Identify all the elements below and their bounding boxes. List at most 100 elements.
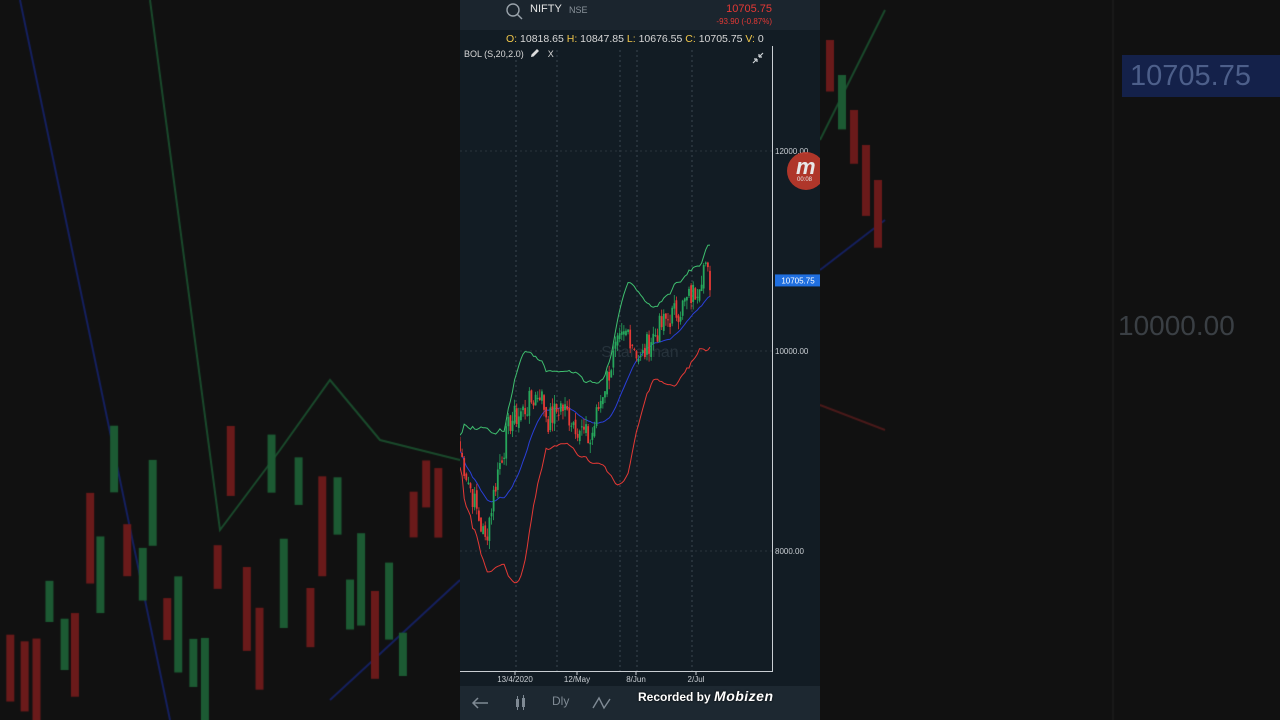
candle-body [492,489,495,512]
candle-body [490,512,493,517]
candle-body [583,426,585,430]
candle-body [599,400,602,409]
indicator-close-button[interactable]: X [548,49,554,59]
candle-body [522,406,524,411]
candle-body [475,490,478,509]
indicator-row: BOL (S,20,2.0) X [464,48,554,59]
candle-body [467,482,470,485]
candle-body [568,407,571,426]
close-value: 10705.75 [698,33,743,45]
symbol-name[interactable]: NIFTY [530,3,562,15]
low-label: L: [626,33,636,45]
candle-body [646,334,648,355]
candle-body [643,347,646,358]
candle-body [524,408,527,415]
candle-body [616,335,619,346]
candle-body [547,419,550,432]
candle-body [633,348,636,350]
candle-body [650,342,653,357]
candle-body [694,288,697,300]
recorder-badge[interactable]: m 00:08 [787,152,820,190]
candle-body [658,315,661,343]
candle-body [528,390,531,416]
indicator-label[interactable]: BOL (S,20,2.0) [464,49,524,59]
x-tick-label: 12/May [564,675,590,684]
candle-body [511,420,514,432]
recorder-badge-time: 00:08 [797,177,813,183]
candle-body [555,404,558,412]
volume-label: V: [745,33,755,45]
candle-body [503,457,506,459]
candle-body [625,330,627,336]
arrow-left-icon[interactable] [470,694,490,712]
indicator-icon[interactable] [592,694,612,712]
last-price: 10705.75 [726,3,772,15]
candle-body [656,335,659,342]
background-price-label: 10705.75 [1122,55,1280,97]
candle-body [520,411,522,421]
low-value: 10676.55 [638,33,683,45]
candle-body [578,430,581,442]
candle-body [486,536,489,541]
candle-body [639,356,642,358]
y-tick-label: 10000.00 [775,347,809,356]
candle-body [576,433,579,438]
candle-body [488,517,491,541]
candle-body [515,408,518,425]
candle-body [530,390,533,403]
candle-body [499,462,501,470]
candle-body [526,414,529,416]
top-bar: NIFTY NSE 10705.75 -93.90 (-0.87%) [460,0,820,30]
candle-body [692,284,695,302]
phone-screen: 12000.00 10000.00 8000.00 13/4/2020 12/May 8/… [460,0,820,720]
candle-body [622,331,625,335]
period-button[interactable]: Dly [552,694,569,712]
open-label: O: [506,33,518,45]
candle-body [706,262,709,268]
candle-body [669,323,671,327]
candle-body [631,344,634,346]
candle-body [654,335,657,337]
collapse-icon[interactable] [750,50,766,66]
candle-body [679,316,682,322]
candle-body [507,417,510,427]
price-chart[interactable]: 12000.0010000.008000.0013/4/2020 12/May 8/… [460,0,820,720]
current-price-label: 10705.75 [781,276,815,285]
candle-body [681,300,684,316]
candle-body [559,403,562,412]
candle-body [696,296,699,298]
pencil-icon[interactable] [530,48,540,58]
candle-body [698,289,701,301]
candle-body [509,415,512,431]
candle-body [637,358,640,362]
candle-body [610,370,613,378]
exchange-name: NSE [569,5,588,15]
candle-body [593,425,596,437]
recorder-prefix: Recorded by [638,690,711,704]
candle-body [543,395,545,410]
candle-body [673,303,676,309]
candle-body [478,510,480,521]
search-icon[interactable] [505,2,523,20]
candle-body [614,341,617,349]
candle-body [589,442,592,445]
candle-body [572,422,575,426]
candle-body [660,316,663,328]
candle-type-icon[interactable] [514,694,528,712]
recorder-brand: Mobizen [714,688,774,704]
high-label: H: [566,33,578,45]
candle-body [482,526,485,535]
candle-body [585,424,587,433]
candle-body [461,453,464,457]
candle-body [648,334,650,354]
x-tick-label: 8/Jun [626,675,646,684]
background-level-label: 10000.00 [1118,310,1235,341]
candle-body [671,307,674,324]
candle-body [612,350,615,368]
candle-body [608,371,611,381]
candle-body [513,405,516,424]
candle-body [517,416,520,428]
candle-body [553,403,556,424]
candle-body [688,288,690,296]
candle-body [534,394,537,406]
